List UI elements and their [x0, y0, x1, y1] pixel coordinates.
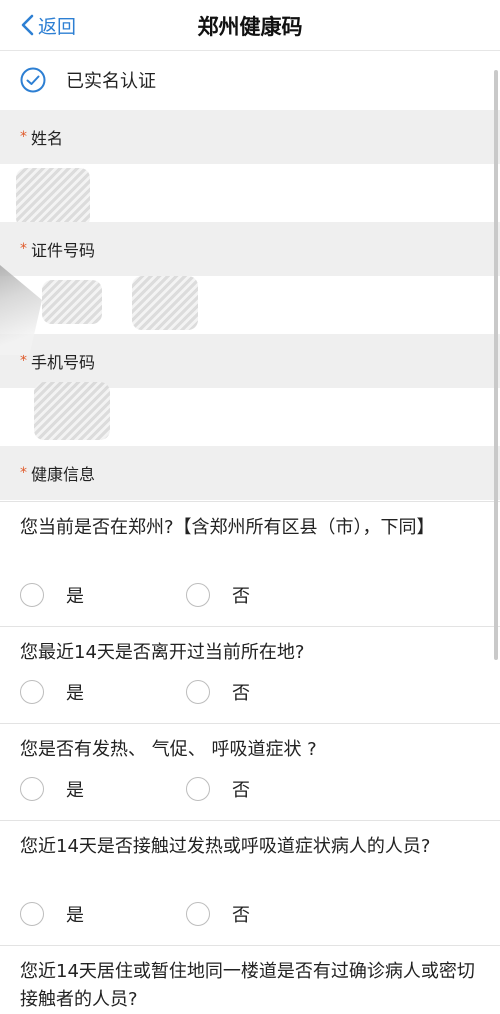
required-mark: * [20, 353, 27, 369]
radio-circle[interactable] [20, 680, 44, 704]
question-in-zhengzhou: 您当前是否在郑州?【含郑州所有区县（市），下同】 是 否 [0, 501, 500, 626]
redacted-mark [42, 280, 102, 324]
radio-circle[interactable] [20, 777, 44, 801]
required-mark: * [20, 465, 27, 481]
question-text: 您近14天是否接触过发热或呼吸道症状病人的人员? [20, 836, 431, 857]
required-mark: * [20, 241, 27, 257]
id-number-field-label: * 证件号码 [0, 222, 500, 276]
radio-no[interactable]: 否 [186, 582, 250, 608]
radio-yes[interactable]: 是 [20, 901, 84, 927]
radio-circle[interactable] [20, 583, 44, 607]
redacted-mark [34, 382, 110, 440]
check-circle-icon [20, 67, 46, 93]
radio-group: 是 否 [0, 901, 500, 935]
name-value [0, 164, 500, 228]
question-text: 您当前是否在郑州?【含郑州所有区县（市），下同】 [20, 517, 435, 538]
question-symptoms: 您是否有发热、 气促、 呼吸道症状 ? 是 否 [0, 723, 500, 820]
radio-label: 否 [232, 683, 250, 704]
verification-status: 已实名认证 [0, 51, 500, 109]
question-text: 您最近14天是否离开过当前所在地? [20, 642, 305, 663]
question-left-location: 您最近14天是否离开过当前所在地? 是 否 [0, 626, 500, 723]
radio-group: 是 否 [0, 679, 500, 713]
question-building-contact: 您近14天居住或暂住地同一楼道是否有过确诊病人或密切接触者的人员? [0, 945, 500, 1012]
radio-circle[interactable] [186, 583, 210, 607]
question-contact: 您近14天是否接触过发热或呼吸道症状病人的人员? 是 否 [0, 820, 500, 945]
phone-value [0, 382, 500, 444]
verification-label: 已实名认证 [66, 71, 156, 92]
radio-label: 是 [66, 905, 84, 926]
id-number-value [0, 276, 500, 332]
page-title: 郑州健康码 [197, 15, 303, 39]
radio-no[interactable]: 否 [186, 679, 250, 705]
radio-no[interactable]: 否 [186, 776, 250, 802]
radio-no[interactable]: 否 [186, 901, 250, 927]
header-bar: 返回 郑州健康码 [0, 0, 500, 51]
redacted-mark [16, 168, 90, 228]
field-label-text: 姓名 [31, 129, 64, 148]
scrollbar[interactable] [494, 70, 498, 660]
health-info-label: * 健康信息 [0, 446, 500, 500]
radio-label: 是 [66, 586, 84, 607]
radio-label: 否 [232, 780, 250, 801]
radio-yes[interactable]: 是 [20, 776, 84, 802]
radio-circle[interactable] [186, 680, 210, 704]
redacted-mark [132, 276, 198, 330]
name-field-label: * 姓名 [0, 110, 500, 164]
radio-group: 是 否 [0, 582, 500, 616]
field-label-text: 手机号码 [31, 353, 96, 372]
radio-circle[interactable] [20, 902, 44, 926]
radio-label: 否 [232, 905, 250, 926]
radio-label: 是 [66, 780, 84, 801]
radio-circle[interactable] [186, 777, 210, 801]
radio-group: 是 否 [0, 776, 500, 810]
radio-label: 否 [232, 586, 250, 607]
radio-circle[interactable] [186, 902, 210, 926]
field-label-text: 健康信息 [31, 465, 96, 484]
radio-label: 是 [66, 683, 84, 704]
question-text: 您近14天居住或暂住地同一楼道是否有过确诊病人或密切接触者的人员? [20, 961, 475, 1010]
field-label-text: 证件号码 [31, 241, 96, 260]
required-mark: * [20, 129, 27, 145]
question-text: 您是否有发热、 气促、 呼吸道症状 ? [20, 739, 317, 760]
phone-field-label: * 手机号码 [0, 334, 500, 388]
radio-yes[interactable]: 是 [20, 679, 84, 705]
radio-yes[interactable]: 是 [20, 582, 84, 608]
